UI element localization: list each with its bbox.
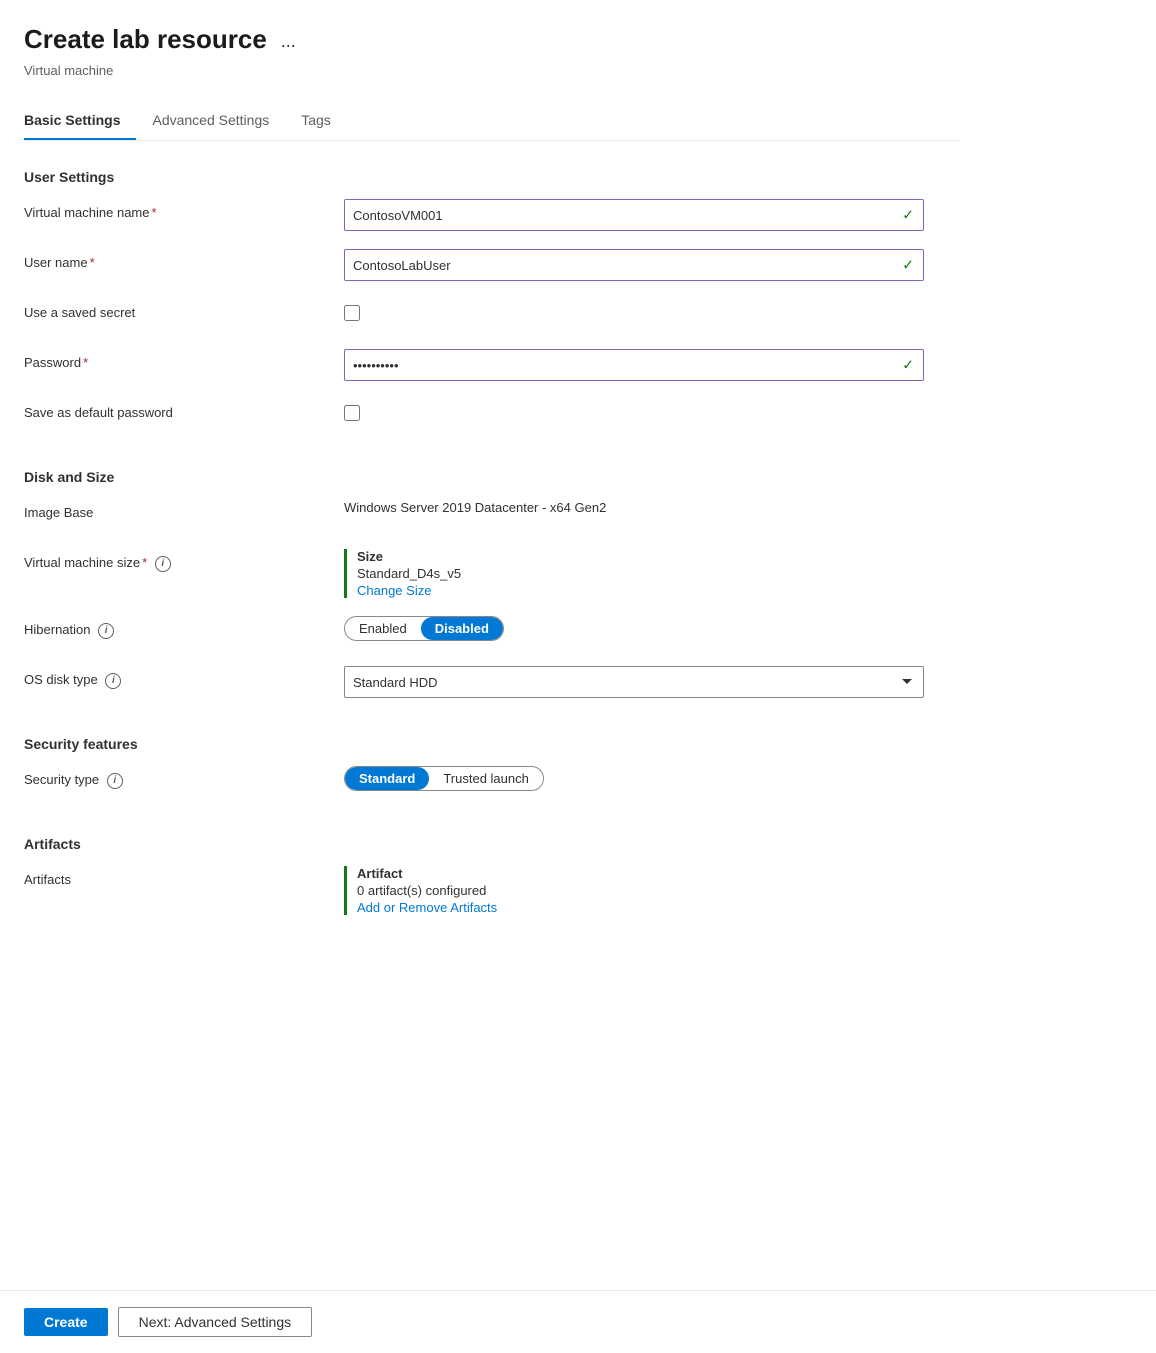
os-disk-type-control: Standard HDD Standard SSD Premium SSD (344, 666, 960, 698)
artifacts-control: Artifact 0 artifact(s) configured Add or… (344, 866, 960, 915)
hibernation-row: Hibernation i Enabled Disabled (24, 616, 960, 648)
security-type-toggle-group: Standard Trusted launch (344, 766, 544, 791)
create-button[interactable]: Create (24, 1308, 108, 1336)
security-type-control: Standard Trusted launch (344, 766, 960, 791)
password-input-wrapper: ✓ (344, 349, 924, 381)
save-default-password-checkbox[interactable] (344, 405, 360, 421)
security-type-trusted-btn[interactable]: Trusted launch (429, 767, 543, 790)
hibernation-info-icon[interactable]: i (98, 623, 114, 639)
user-name-input[interactable] (344, 249, 924, 281)
size-block-label: Size (357, 549, 960, 564)
saved-secret-checkbox[interactable] (344, 305, 360, 321)
password-control: ✓ (344, 349, 960, 381)
artifacts-title: Artifacts (24, 836, 960, 852)
password-row: Password* ✓ (24, 349, 960, 381)
os-disk-type-select[interactable]: Standard HDD Standard SSD Premium SSD (344, 666, 924, 698)
vm-size-row: Virtual machine size* i Size Standard_D4… (24, 549, 960, 598)
size-block-value: Standard_D4s_v5 (357, 566, 960, 581)
vm-name-control: ✓ (344, 199, 960, 231)
image-base-row: Image Base Windows Server 2019 Datacente… (24, 499, 960, 531)
vm-name-input-wrapper: ✓ (344, 199, 924, 231)
image-base-value: Windows Server 2019 Datacenter - x64 Gen… (344, 499, 960, 515)
user-name-label: User name* (24, 249, 344, 270)
vm-size-info-icon[interactable]: i (155, 556, 171, 572)
password-input[interactable] (344, 349, 924, 381)
vm-size-control: Size Standard_D4s_v5 Change Size (344, 549, 960, 598)
next-advanced-settings-button[interactable]: Next: Advanced Settings (118, 1307, 313, 1337)
hibernation-toggle-group: Enabled Disabled (344, 616, 504, 641)
size-block: Size Standard_D4s_v5 Change Size (344, 549, 960, 598)
artifact-block: Artifact 0 artifact(s) configured Add or… (344, 866, 960, 915)
artifacts-label: Artifacts (24, 866, 344, 887)
page-title: Create lab resource (24, 24, 267, 55)
tab-tags[interactable]: Tags (301, 102, 347, 140)
password-check-icon: ✓ (902, 357, 914, 374)
vm-size-label: Virtual machine size* i (24, 549, 344, 572)
vm-name-row: Virtual machine name* ✓ (24, 199, 960, 231)
saved-secret-row: Use a saved secret (24, 299, 960, 331)
user-settings-title: User Settings (24, 169, 960, 185)
add-remove-artifacts-link[interactable]: Add or Remove Artifacts (357, 900, 497, 915)
ellipsis-button[interactable]: ... (275, 29, 302, 54)
change-size-link[interactable]: Change Size (357, 583, 431, 598)
disk-size-title: Disk and Size (24, 469, 960, 485)
bottom-bar: Create Next: Advanced Settings (0, 1290, 1156, 1353)
hibernation-disabled-btn[interactable]: Disabled (421, 617, 503, 640)
tab-basic-settings[interactable]: Basic Settings (24, 102, 136, 140)
os-disk-type-label: OS disk type i (24, 666, 344, 689)
password-label: Password* (24, 349, 344, 370)
user-name-row: User name* ✓ (24, 249, 960, 281)
user-name-input-wrapper: ✓ (344, 249, 924, 281)
saved-secret-label: Use a saved secret (24, 299, 344, 320)
security-features-title: Security features (24, 736, 960, 752)
os-disk-type-info-icon[interactable]: i (105, 673, 121, 689)
hibernation-control: Enabled Disabled (344, 616, 960, 641)
tabs-container: Basic Settings Advanced Settings Tags (24, 102, 960, 141)
save-default-password-row: Save as default password (24, 399, 960, 431)
user-name-check-icon: ✓ (902, 257, 914, 274)
artifact-count: 0 artifact(s) configured (357, 883, 960, 898)
saved-secret-control (344, 299, 960, 324)
os-disk-type-row: OS disk type i Standard HDD Standard SSD… (24, 666, 960, 698)
save-default-password-label: Save as default password (24, 399, 344, 420)
artifact-block-label: Artifact (357, 866, 960, 881)
security-type-label: Security type i (24, 766, 344, 789)
artifacts-row: Artifacts Artifact 0 artifact(s) configu… (24, 866, 960, 915)
image-base-label: Image Base (24, 499, 344, 520)
security-type-row: Security type i Standard Trusted launch (24, 766, 960, 798)
hibernation-label: Hibernation i (24, 616, 344, 639)
page-subtitle: Virtual machine (24, 63, 960, 78)
user-name-control: ✓ (344, 249, 960, 281)
vm-name-label: Virtual machine name* (24, 199, 344, 220)
vm-name-input[interactable] (344, 199, 924, 231)
security-type-standard-btn[interactable]: Standard (345, 767, 429, 790)
hibernation-enabled-btn[interactable]: Enabled (345, 617, 421, 640)
vm-name-check-icon: ✓ (902, 207, 914, 224)
save-default-password-control (344, 399, 960, 424)
security-type-info-icon[interactable]: i (107, 773, 123, 789)
tab-advanced-settings[interactable]: Advanced Settings (152, 102, 285, 140)
